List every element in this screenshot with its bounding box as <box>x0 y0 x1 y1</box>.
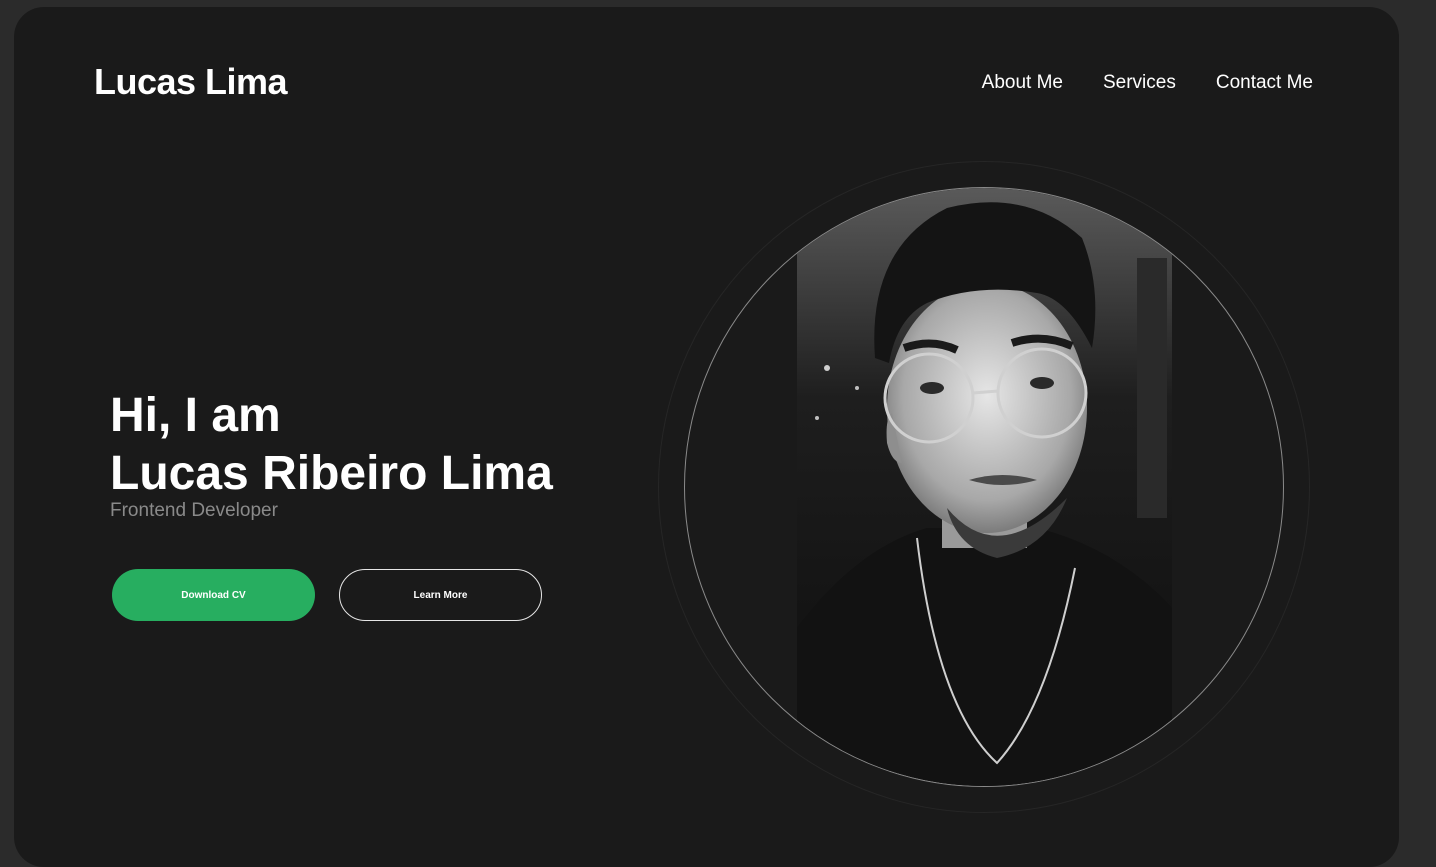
site-logo[interactable]: Lucas Lima <box>94 61 288 103</box>
hero-heading: Hi, I am Lucas Ribeiro Lima <box>110 387 553 503</box>
profile-photo-frame <box>684 187 1284 787</box>
nav-link-contact-me[interactable]: Contact Me <box>1216 72 1313 94</box>
nav-link-services[interactable]: Services <box>1103 72 1176 94</box>
hero-greeting-line1: Hi, I am <box>110 389 281 442</box>
nav-link-about-me[interactable]: About Me <box>982 72 1063 94</box>
hero-name: Lucas Ribeiro Lima <box>110 447 553 500</box>
download-cv-button[interactable]: Download CV <box>112 569 315 621</box>
learn-more-button[interactable]: Learn More <box>339 569 542 621</box>
main-nav: About Me Services Contact Me <box>982 72 1313 94</box>
hero-role: Frontend Developer <box>110 500 278 521</box>
profile-photo <box>797 188 1172 786</box>
page-container: Lucas Lima About Me Services Contact Me … <box>14 7 1399 867</box>
